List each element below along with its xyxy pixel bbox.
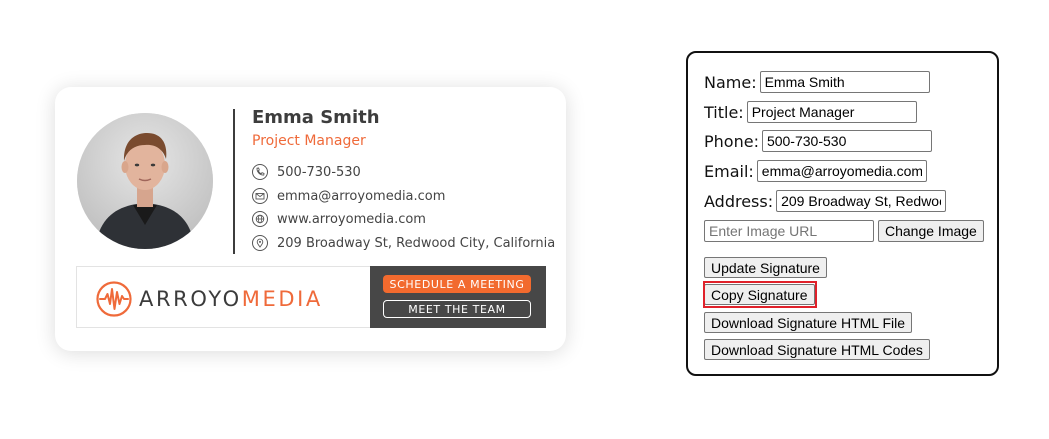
address-input[interactable] [776,190,947,212]
signature-title: Project Manager [252,133,366,149]
location-icon [252,235,268,251]
update-signature-button[interactable]: Update Signature [704,257,827,278]
image-url-input[interactable] [704,220,874,242]
email-row: Email: [704,159,927,183]
meet-the-team-button[interactable]: MEET THE TEAM [383,300,531,318]
profile-photo [77,113,213,249]
address-text: 209 Broadway St, Redwood City, Californi… [277,235,556,251]
arroyo-media-logo: ARROYOMEDIA [95,280,323,318]
download-html-file-button[interactable]: Download Signature HTML File [704,312,913,333]
sound-wave-logo-icon [96,281,132,317]
download-html-codes-button[interactable]: Download Signature HTML Codes [704,339,930,360]
phone-icon [252,164,268,180]
email-input[interactable] [756,160,927,182]
contact-website: www.arroyomedia.com [252,209,426,229]
phone-input[interactable] [761,130,932,152]
email-text: emma@arroyomedia.com [277,188,446,204]
divider-line [233,109,235,254]
phone-label: Phone: [704,131,759,151]
name-label: Name: [704,72,757,92]
logo-word-media: MEDIA [241,287,323,311]
copy-signature-button[interactable]: Copy Signature [704,284,815,305]
signature-banner: ARROYOMEDIA SCHEDULE A MEETING MEET THE … [76,266,546,328]
phone-row: Phone: [704,129,932,153]
schedule-meeting-button[interactable]: SCHEDULE A MEETING [383,275,531,293]
contact-email: emma@arroyomedia.com [252,186,445,206]
signature-name: Emma Smith [252,107,380,128]
phone-text: 500-730-530 [277,164,361,180]
title-input[interactable] [746,101,917,123]
email-label: Email: [704,161,754,181]
globe-icon [252,211,268,227]
logo-word-arroyo: ARROYO [139,287,242,311]
signature-editor-form: Name: Title: Phone: Email: Address: Chan… [686,51,999,376]
name-input[interactable] [759,71,930,93]
image-url-row: Change Image [704,219,984,243]
cta-panel: SCHEDULE A MEETING MEET THE TEAM [370,266,546,328]
address-row: Address: [704,189,947,213]
mail-icon [252,188,268,204]
contact-address: 209 Broadway St, Redwood City, Californi… [252,233,555,253]
title-label: Title: [704,102,744,122]
change-image-button[interactable]: Change Image [878,220,984,242]
signature-preview-card: Emma Smith Project Manager 500-730-530 e… [55,87,566,351]
contact-phone: 500-730-530 [252,162,361,182]
name-row: Name: [704,70,930,94]
website-text: www.arroyomedia.com [277,211,426,227]
address-label: Address: [704,191,774,211]
title-row: Title: [704,100,917,124]
